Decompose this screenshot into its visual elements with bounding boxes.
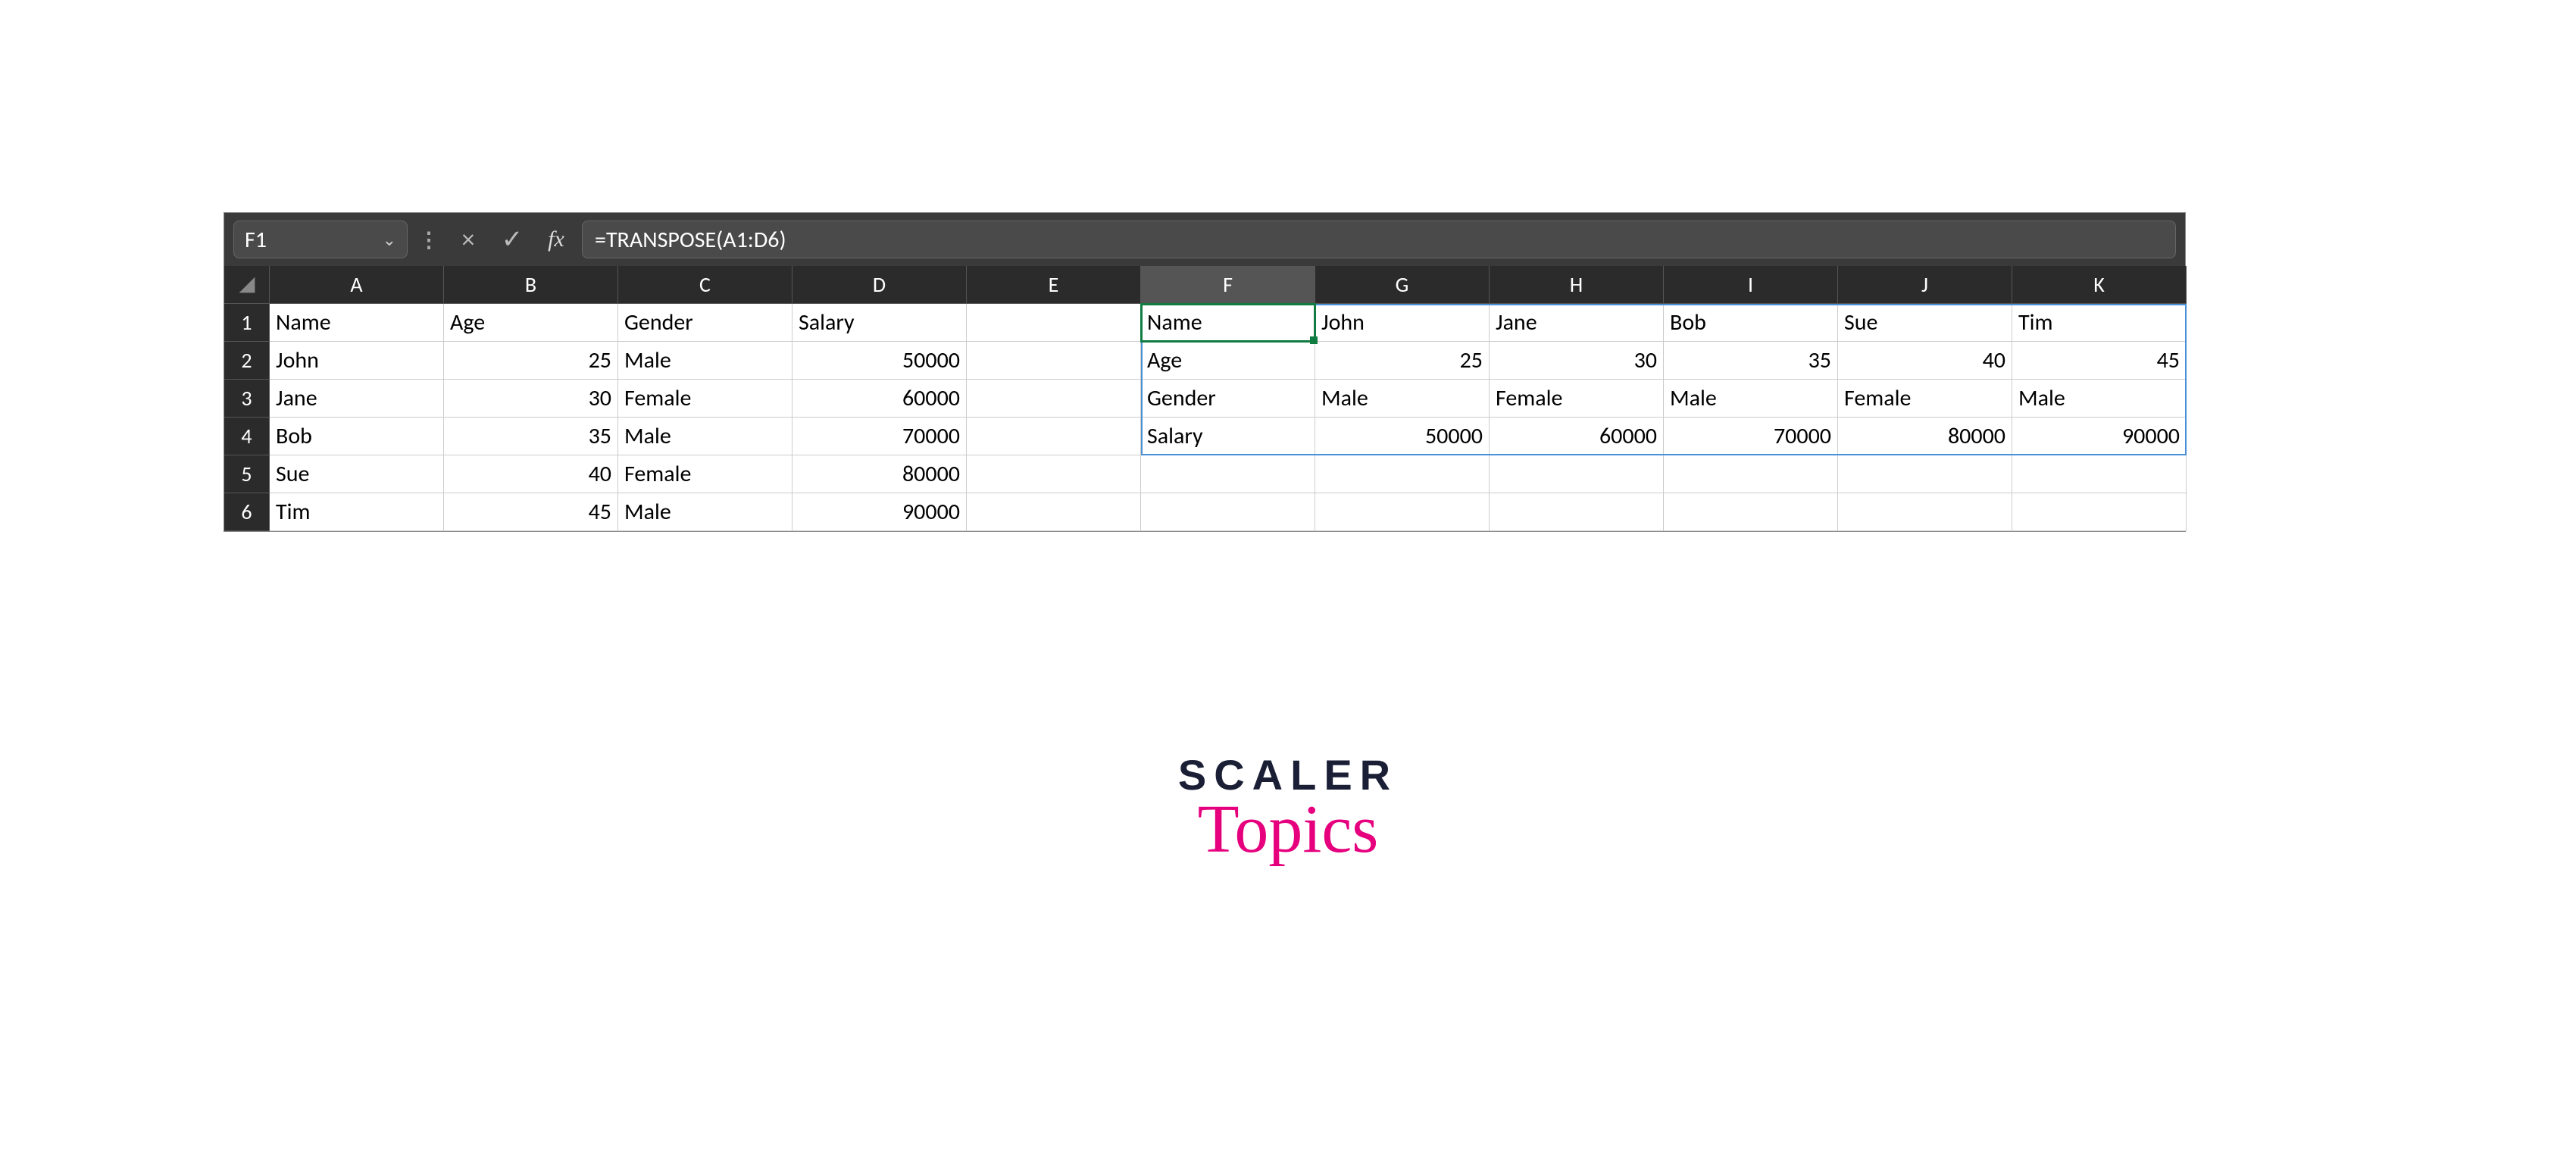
- cell-B1[interactable]: Age: [444, 304, 618, 342]
- cell-A4[interactable]: Bob: [270, 418, 444, 455]
- cell-K5[interactable]: [2012, 455, 2187, 493]
- cell-B5[interactable]: 40: [444, 455, 618, 493]
- cell-A2[interactable]: John: [270, 342, 444, 380]
- cell-I4[interactable]: 70000: [1664, 418, 1838, 455]
- cell-A1[interactable]: Name: [270, 304, 444, 342]
- cell-F1[interactable]: Name: [1141, 304, 1315, 342]
- cell-G2[interactable]: 25: [1315, 342, 1490, 380]
- name-box-dropdown-icon[interactable]: ⌄: [383, 230, 396, 250]
- cell-G4[interactable]: 50000: [1315, 418, 1490, 455]
- row-header-2[interactable]: 2: [224, 342, 270, 380]
- select-all-corner[interactable]: [224, 266, 270, 304]
- cell-F3[interactable]: Gender: [1141, 380, 1315, 418]
- cell-D2[interactable]: 50000: [792, 342, 967, 380]
- column-header-E[interactable]: E: [967, 266, 1141, 304]
- formula-text: =TRANSPOSE(A1:D6): [595, 226, 786, 254]
- column-header-G[interactable]: G: [1315, 266, 1490, 304]
- cell-G3[interactable]: Male: [1315, 380, 1490, 418]
- row-header-5[interactable]: 5: [224, 455, 270, 493]
- cell-D1[interactable]: Salary: [792, 304, 967, 342]
- cell-I5[interactable]: [1664, 455, 1838, 493]
- cell-G6[interactable]: [1315, 493, 1490, 531]
- cell-A5[interactable]: Sue: [270, 455, 444, 493]
- scaler-topics-logo: SCALER Topics: [1178, 750, 1398, 868]
- cell-B6[interactable]: 45: [444, 493, 618, 531]
- cell-F5[interactable]: [1141, 455, 1315, 493]
- cell-K4[interactable]: 90000: [2012, 418, 2187, 455]
- row-header-4[interactable]: 4: [224, 418, 270, 455]
- column-header-H[interactable]: H: [1490, 266, 1664, 304]
- cell-I3[interactable]: Male: [1664, 380, 1838, 418]
- cell-C5[interactable]: Female: [618, 455, 792, 493]
- cell-E1[interactable]: [967, 304, 1141, 342]
- cell-H4[interactable]: 60000: [1490, 418, 1664, 455]
- cell-C1[interactable]: Gender: [618, 304, 792, 342]
- column-header-I[interactable]: I: [1664, 266, 1838, 304]
- cell-D5[interactable]: 80000: [792, 455, 967, 493]
- row-header-3[interactable]: 3: [224, 380, 270, 418]
- cell-B2[interactable]: 25: [444, 342, 618, 380]
- column-header-D[interactable]: D: [792, 266, 967, 304]
- name-box[interactable]: F1 ⌄: [233, 221, 408, 258]
- column-header-J[interactable]: J: [1838, 266, 2012, 304]
- cell-C3[interactable]: Female: [618, 380, 792, 418]
- cell-C2[interactable]: Male: [618, 342, 792, 380]
- cell-E3[interactable]: [967, 380, 1141, 418]
- spreadsheet-grid[interactable]: ABCDEFGHIJK1NameAgeGenderSalaryNameJohnJ…: [224, 266, 2185, 531]
- cell-E4[interactable]: [967, 418, 1141, 455]
- cell-reference: F1: [245, 226, 267, 254]
- cell-K3[interactable]: Male: [2012, 380, 2187, 418]
- cell-J1[interactable]: Sue: [1838, 304, 2012, 342]
- cell-C4[interactable]: Male: [618, 418, 792, 455]
- cell-J5[interactable]: [1838, 455, 2012, 493]
- cell-K6[interactable]: [2012, 493, 2187, 531]
- cell-J4[interactable]: 80000: [1838, 418, 2012, 455]
- row-header-1[interactable]: 1: [224, 304, 270, 342]
- logo-line2: Topics: [1178, 790, 1398, 868]
- cell-J3[interactable]: Female: [1838, 380, 2012, 418]
- column-header-B[interactable]: B: [444, 266, 618, 304]
- spreadsheet-grid-wrap: ABCDEFGHIJK1NameAgeGenderSalaryNameJohnJ…: [224, 266, 2185, 531]
- cell-D6[interactable]: 90000: [792, 493, 967, 531]
- cell-A3[interactable]: Jane: [270, 380, 444, 418]
- cell-K2[interactable]: 45: [2012, 342, 2187, 380]
- cell-C6[interactable]: Male: [618, 493, 792, 531]
- cell-H5[interactable]: [1490, 455, 1664, 493]
- cell-F6[interactable]: [1141, 493, 1315, 531]
- confirm-formula-button[interactable]: ✓: [494, 224, 530, 255]
- column-header-A[interactable]: A: [270, 266, 444, 304]
- cell-D3[interactable]: 60000: [792, 380, 967, 418]
- cell-I1[interactable]: Bob: [1664, 304, 1838, 342]
- formula-bar: F1 ⌄ ⋮ × ✓ fx =TRANSPOSE(A1:D6): [224, 213, 2185, 266]
- cell-J2[interactable]: 40: [1838, 342, 2012, 380]
- cell-H2[interactable]: 30: [1490, 342, 1664, 380]
- cell-E6[interactable]: [967, 493, 1141, 531]
- cell-H3[interactable]: Female: [1490, 380, 1664, 418]
- cell-F4[interactable]: Salary: [1141, 418, 1315, 455]
- separator-icon: ⋮: [415, 227, 442, 253]
- row-header-6[interactable]: 6: [224, 493, 270, 531]
- cell-J6[interactable]: [1838, 493, 2012, 531]
- cell-A6[interactable]: Tim: [270, 493, 444, 531]
- cell-F2[interactable]: Age: [1141, 342, 1315, 380]
- column-header-F[interactable]: F: [1141, 266, 1315, 304]
- formula-input[interactable]: =TRANSPOSE(A1:D6): [582, 221, 2176, 258]
- cell-I6[interactable]: [1664, 493, 1838, 531]
- insert-function-button[interactable]: fx: [538, 227, 574, 252]
- cell-B4[interactable]: 35: [444, 418, 618, 455]
- excel-window: F1 ⌄ ⋮ × ✓ fx =TRANSPOSE(A1:D6) ABCDEFGH…: [224, 212, 2186, 532]
- cell-E5[interactable]: [967, 455, 1141, 493]
- column-header-K[interactable]: K: [2012, 266, 2187, 304]
- cell-H6[interactable]: [1490, 493, 1664, 531]
- cell-K1[interactable]: Tim: [2012, 304, 2187, 342]
- cell-G5[interactable]: [1315, 455, 1490, 493]
- cell-E2[interactable]: [967, 342, 1141, 380]
- column-header-C[interactable]: C: [618, 266, 792, 304]
- cell-G1[interactable]: John: [1315, 304, 1490, 342]
- cell-I2[interactable]: 35: [1664, 342, 1838, 380]
- cell-D4[interactable]: 70000: [792, 418, 967, 455]
- cell-B3[interactable]: 30: [444, 380, 618, 418]
- cell-H1[interactable]: Jane: [1490, 304, 1664, 342]
- cancel-formula-button[interactable]: ×: [450, 224, 486, 255]
